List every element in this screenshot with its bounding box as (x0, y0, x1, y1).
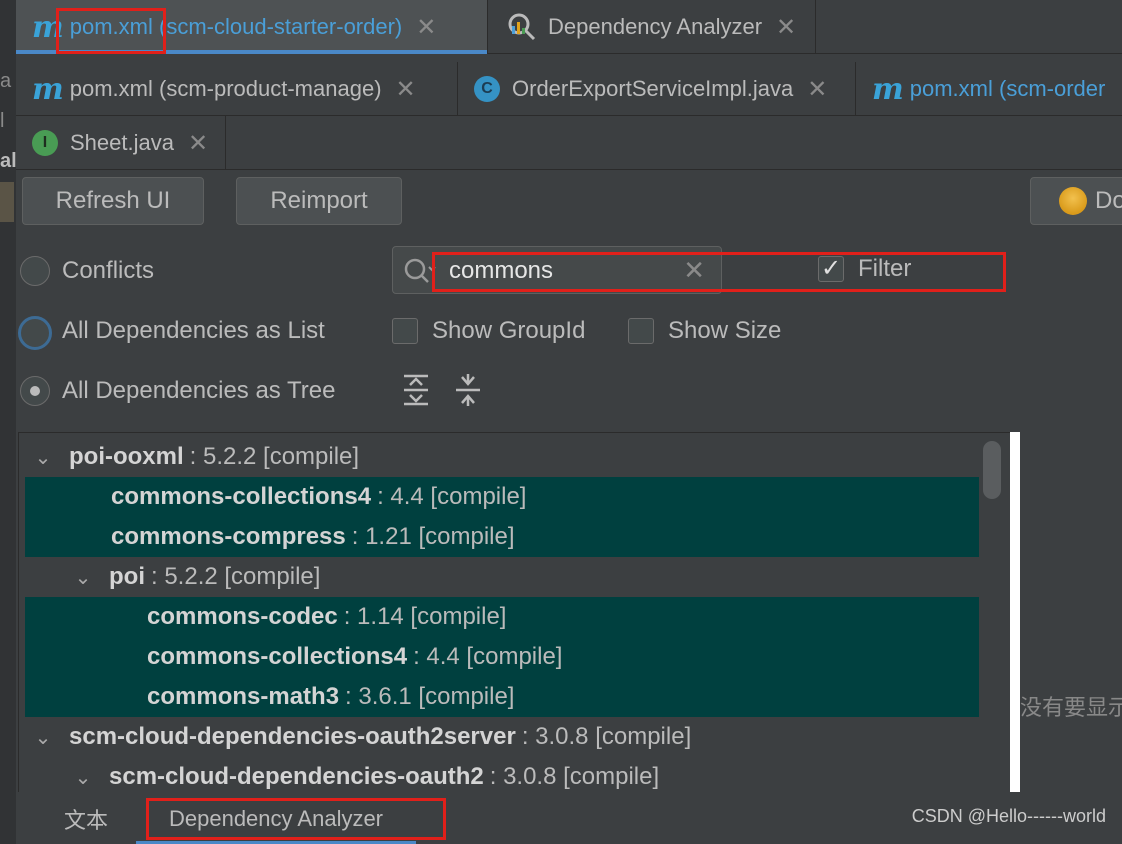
tab-module-label: (scm-product-manage) (159, 76, 382, 101)
refresh-ui-button[interactable]: Refresh UI (22, 177, 204, 225)
as-tree-radio[interactable] (20, 376, 50, 406)
tree-row[interactable]: commons-collections4: 4.4 [compile] (25, 637, 979, 677)
tab-pom-starter-order[interactable]: m pom.xml (scm-cloud-starter-order) ✕ (16, 0, 488, 54)
side-panel-message: 没有要显示 (1020, 695, 1122, 720)
chevron-down-icon[interactable]: ⌄ (25, 725, 61, 750)
as-list-label: All Dependencies as List (62, 317, 325, 344)
expand-all-icon[interactable] (402, 374, 430, 406)
tab-analyzer-label: Dependency Analyzer (168, 806, 384, 831)
interface-icon: I (32, 130, 58, 156)
tree-row[interactable]: commons-compress: 1.21 [compile] (25, 517, 979, 557)
chevron-down-icon[interactable]: ⌄ (65, 765, 101, 790)
show-size-label: Show Size (668, 317, 782, 344)
close-icon[interactable]: ✕ (776, 13, 796, 42)
tab-dependency-analyzer-bottom[interactable]: Dependency Analyzer (136, 794, 416, 844)
close-icon[interactable]: ✕ (396, 75, 416, 104)
maven-icon: m (872, 71, 904, 107)
tab-label: Sheet.java (70, 130, 174, 155)
tab-order-export-service[interactable]: C OrderExportServiceImpl.java ✕ (458, 62, 856, 116)
chevron-down-icon[interactable]: ⌄ (25, 445, 61, 470)
clear-search-icon[interactable]: ✕ (683, 255, 705, 286)
gutter-char: al (0, 150, 16, 172)
tab-file-label: pom.xml (69, 76, 153, 101)
close-icon[interactable]: ✕ (807, 75, 827, 104)
artifact-info: : 1.21 [compile] (351, 523, 515, 550)
artifact-name: commons-compress (111, 523, 346, 550)
gutter-char: a (0, 70, 12, 92)
tab-text[interactable]: 文本 (64, 794, 108, 844)
tab-text-label: 文本 (64, 808, 109, 833)
artifact-info: : 4.4 [compile] (413, 643, 563, 670)
tab-module-label: (scm-cloud-starter-order) (159, 14, 403, 39)
close-icon[interactable]: ✕ (416, 13, 436, 42)
download-button[interactable]: Do (1030, 177, 1122, 225)
dependency-tree: ⌄ poi-ooxml: 5.2.2 [compile] commons-col… (18, 432, 1012, 792)
artifact-info: : 5.2.2 [compile] (151, 563, 321, 590)
chevron-down-icon[interactable]: ⌄ (65, 565, 101, 590)
reimport-button[interactable]: Reimport (236, 177, 402, 225)
tab-label: Dependency Analyzer (548, 14, 763, 39)
download-label: Do (1095, 187, 1122, 214)
active-tab-underline (16, 50, 487, 54)
artifact-name: poi (109, 563, 145, 590)
artifact-name: scm-cloud-dependencies-oauth2 (109, 763, 484, 790)
tab-module-label: (scm-order (999, 76, 1106, 101)
artifact-name: scm-cloud-dependencies-oauth2server (69, 723, 516, 750)
artifact-name: commons-math3 (147, 683, 340, 710)
gutter-highlight (0, 182, 14, 222)
artifact-name: commons-collections4 (147, 643, 408, 670)
search-icon (404, 258, 436, 283)
artifact-info: : 5.2.2 [compile] (189, 443, 360, 470)
as-list-radio[interactable] (18, 316, 52, 350)
artifact-info: : 1.14 [compile] (343, 603, 507, 630)
artifact-name: poi-ooxml (69, 443, 184, 470)
tree-row[interactable]: commons-math3: 3.6.1 [compile] (25, 677, 979, 717)
conflicts-label: Conflicts (62, 257, 155, 284)
panel-divider[interactable] (1010, 432, 1020, 792)
artifact-info: : 3.0.8 [compile] (489, 763, 660, 790)
close-icon[interactable]: ✕ (188, 129, 208, 158)
tab-file-label: pom.xml (909, 76, 993, 101)
tree-row[interactable]: commons-codec: 1.14 [compile] (25, 597, 979, 637)
tab-pom-order[interactable]: m pom.xml (scm-order (856, 62, 1122, 116)
tree-row[interactable]: ⌄ scm-cloud-dependencies-oauth2server: 3… (25, 717, 979, 757)
class-icon: C (474, 76, 500, 102)
search-input[interactable]: commons ✕ (392, 246, 722, 294)
gutter-char: l (0, 110, 5, 132)
collapse-all-icon[interactable] (454, 374, 482, 406)
analyzer-icon (508, 13, 536, 41)
editor-tabs-row-1: m pom.xml (scm-cloud-starter-order) ✕ De… (16, 0, 1122, 54)
artifact-info: : 3.6.1 [compile] (345, 683, 515, 710)
tree-row[interactable]: commons-collections4: 4.4 [compile] (25, 477, 979, 517)
conflicts-radio[interactable] (20, 256, 50, 286)
editor-tabs-row-2: m pom.xml (scm-product-manage) ✕ C Order… (16, 62, 1122, 116)
show-groupid-checkbox[interactable] (392, 318, 418, 344)
artifact-info: : 3.0.8 [compile] (521, 723, 692, 750)
search-value: commons (449, 257, 554, 284)
artifact-info: : 4.4 [compile] (377, 483, 527, 510)
maven-icon: m (32, 71, 64, 107)
show-groupid-label: Show GroupId (432, 317, 586, 344)
maven-icon: m (32, 9, 64, 45)
bottom-tool-tabs: 文本 Dependency Analyzer CSDN @Hello------… (16, 794, 1122, 844)
tab-sheet-java[interactable]: I Sheet.java ✕ (16, 116, 226, 170)
tab-dependency-analyzer[interactable]: Dependency Analyzer ✕ (488, 0, 816, 54)
tab-label: OrderExportServiceImpl.java (512, 76, 794, 101)
editor-tabs-row-3: I Sheet.java ✕ (16, 116, 1122, 170)
show-size-checkbox[interactable] (628, 318, 654, 344)
filter-label: Filter (858, 255, 912, 282)
tab-file-label: pom.xml (69, 14, 153, 39)
filter-checkbox[interactable] (818, 254, 844, 283)
artifact-name: commons-codec (147, 603, 338, 630)
artifact-name: commons-collections4 (111, 483, 372, 510)
tab-pom-product-manage[interactable]: m pom.xml (scm-product-manage) ✕ (16, 62, 458, 116)
tree-row[interactable]: ⌄ poi-ooxml: 5.2.2 [compile] (25, 437, 979, 477)
tree-row[interactable]: ⌄ poi: 5.2.2 [compile] (25, 557, 979, 597)
tree-row[interactable]: ⌄ scm-cloud-dependencies-oauth2: 3.0.8 [… (25, 757, 979, 792)
watermark: CSDN @Hello------world (911, 806, 1106, 826)
tree-scrollbar-thumb[interactable] (983, 441, 1001, 499)
as-tree-label: All Dependencies as Tree (62, 377, 336, 404)
coins-icon (1059, 187, 1087, 215)
left-gutter: a l al (0, 0, 16, 844)
